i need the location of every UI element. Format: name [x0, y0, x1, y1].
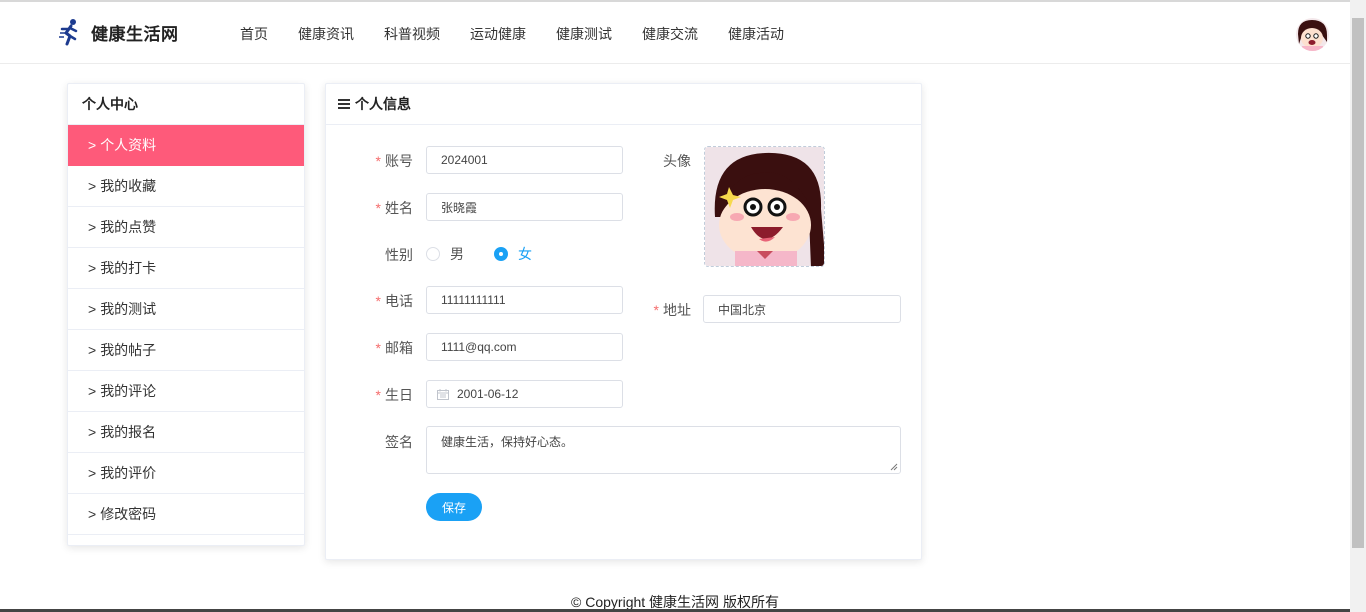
chevron-right-icon: >: [88, 301, 97, 317]
sidebar-item-likes[interactable]: > 我的点赞: [68, 207, 304, 248]
calendar-icon: [437, 388, 449, 400]
user-avatar[interactable]: [1296, 18, 1329, 51]
chevron-right-icon: >: [88, 424, 97, 440]
sidebar-item-comments[interactable]: > 我的评论: [68, 371, 304, 412]
sidebar-item-label: 修改密码: [100, 506, 157, 522]
account-input[interactable]: [426, 146, 623, 174]
avatar-image: [705, 147, 824, 266]
birthday-value: 2001-06-12: [457, 387, 519, 401]
birthday-label-text: 生日: [385, 387, 413, 403]
sidebar-item-label: 我的测试: [100, 301, 157, 317]
name-input[interactable]: [426, 193, 623, 221]
sidebar-item-label: 我的评论: [100, 383, 157, 399]
sidebar-item-label: 我的打卡: [100, 260, 157, 276]
chevron-right-icon: >: [88, 219, 97, 235]
account-label: * 账号: [353, 151, 413, 171]
user-avatar-image: [1296, 18, 1329, 51]
sidebar-item-posts[interactable]: > 我的帖子: [68, 330, 304, 371]
brand-logo[interactable]: 健康生活网: [58, 18, 179, 46]
save-button[interactable]: 保存: [426, 493, 482, 521]
sidebar-item-tests[interactable]: > 我的测试: [68, 289, 304, 330]
nav-item-home[interactable]: 首页: [240, 24, 268, 44]
sidebar-item-reviews[interactable]: > 我的评价: [68, 453, 304, 494]
chevron-right-icon: >: [88, 506, 97, 522]
required-mark: *: [375, 200, 381, 216]
radio-circle: [494, 247, 508, 261]
chevron-right-icon: >: [88, 465, 97, 481]
required-mark: *: [375, 153, 381, 169]
sidebar-item-label: 我的评价: [100, 465, 157, 481]
sidebar-item-change-password[interactable]: > 修改密码: [68, 494, 304, 535]
signature-textarea[interactable]: 健康生活，保持好心态。: [426, 426, 901, 474]
sidebar-item-registrations[interactable]: > 我的报名: [68, 412, 304, 453]
chevron-right-icon: >: [88, 383, 97, 399]
chevron-right-icon: >: [88, 137, 97, 153]
name-label: * 姓名: [353, 198, 413, 218]
chevron-right-icon: >: [88, 260, 97, 276]
running-person-icon: [59, 19, 78, 46]
resize-handle-icon[interactable]: [890, 463, 898, 471]
email-label: * 邮箱: [353, 338, 413, 358]
required-mark: *: [375, 387, 381, 403]
nav-item-health-activities[interactable]: 健康活动: [728, 24, 784, 44]
nav-item-health-test[interactable]: 健康测试: [556, 24, 612, 44]
sidebar-item-label: 我的点赞: [100, 219, 157, 235]
page-scrollbar[interactable]: [1350, 0, 1366, 612]
email-label-text: 邮箱: [385, 340, 413, 356]
address-label: * 地址: [631, 300, 691, 320]
site-header: 健康生活网 首页 健康资讯 科普视频 运动健康 健康测试 健康交流 健康活动: [0, 2, 1350, 64]
gender-label: 性别: [385, 247, 413, 263]
chevron-right-icon: >: [88, 178, 97, 194]
nav-item-sports-health[interactable]: 运动健康: [470, 24, 526, 44]
gender-radio-male[interactable]: 男: [426, 244, 464, 264]
sidebar-item-label: 我的报名: [100, 424, 157, 440]
sidebar-item-profile[interactable]: > 个人资料: [68, 125, 304, 166]
required-mark: *: [375, 293, 381, 309]
sidebar-title: 个人中心: [68, 84, 304, 125]
nav-item-health-exchange[interactable]: 健康交流: [642, 24, 698, 44]
card-title: 个人信息: [355, 95, 411, 112]
brand-name: 健康生活网: [91, 24, 179, 44]
avatar-upload[interactable]: [704, 146, 825, 267]
gender-option-label: 男: [450, 246, 464, 262]
gender-option-label: 女: [518, 246, 532, 262]
email-input[interactable]: [426, 333, 623, 361]
birthday-label: * 生日: [353, 385, 413, 405]
account-label-text: 账号: [385, 153, 413, 169]
chevron-right-icon: >: [88, 342, 97, 358]
nav-item-science-videos[interactable]: 科普视频: [384, 24, 440, 44]
sidebar-item-label: 我的帖子: [100, 342, 157, 358]
main-nav: 首页 健康资讯 科普视频 运动健康 健康测试 健康交流 健康活动: [240, 24, 814, 44]
phone-label-text: 电话: [385, 293, 413, 309]
list-icon: [338, 98, 351, 110]
scrollbar-thumb[interactable]: [1352, 18, 1364, 548]
card-header: 个人信息: [326, 84, 921, 125]
avatar-label: 头像: [663, 153, 691, 169]
signature-label: 签名: [385, 434, 413, 450]
address-label-text: 地址: [663, 302, 691, 318]
name-label-text: 姓名: [385, 200, 413, 216]
nav-item-health-news[interactable]: 健康资讯: [298, 24, 354, 44]
sidebar-item-label: 个人资料: [100, 137, 157, 153]
sidebar-item-favorites[interactable]: > 我的收藏: [68, 166, 304, 207]
address-input[interactable]: [703, 295, 901, 323]
required-mark: *: [375, 340, 381, 356]
required-mark: *: [653, 302, 659, 318]
phone-input[interactable]: [426, 286, 623, 314]
gender-radio-female[interactable]: 女: [494, 244, 532, 264]
sidebar-item-label: 我的收藏: [100, 178, 157, 194]
sidebar-item-checkins[interactable]: > 我的打卡: [68, 248, 304, 289]
profile-card: 个人信息 *账号 *姓名 性别 男 女 *电话 *邮箱 *生日 2001-06-…: [325, 83, 922, 560]
signature-value: 健康生活，保持好心态。: [441, 435, 574, 449]
birthday-date-picker[interactable]: 2001-06-12: [426, 380, 623, 408]
phone-label: * 电话: [353, 291, 413, 311]
sidebar: 个人中心 > 个人资料 > 我的收藏 > 我的点赞 > 我的打卡 > 我的测试 > 我的帖子…: [67, 83, 305, 546]
radio-circle: [426, 247, 440, 261]
